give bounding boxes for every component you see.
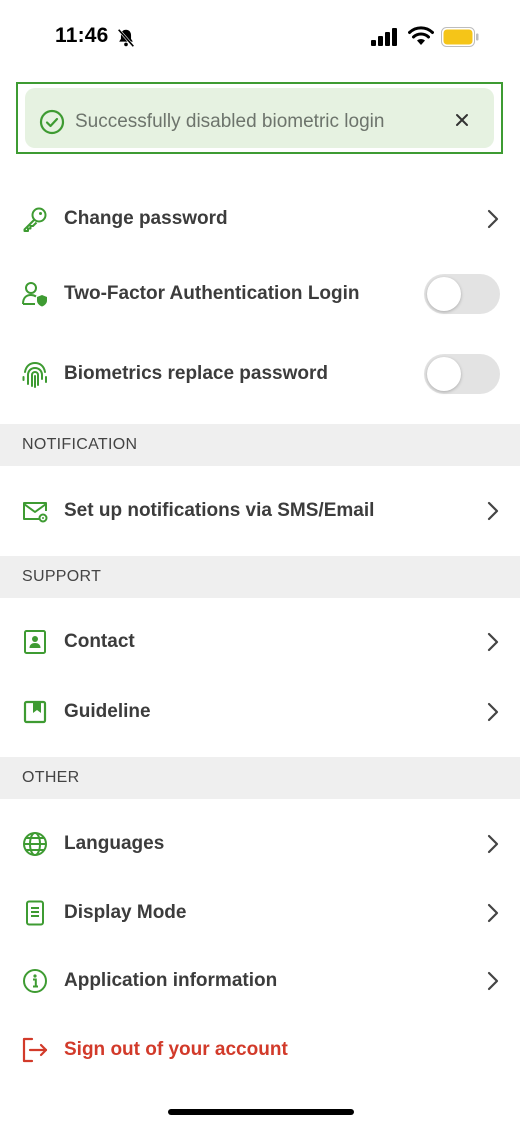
- user-shield-icon: [22, 282, 47, 307]
- logout-icon: [22, 1037, 48, 1063]
- notifications-setup-label: Set up notifications via SMS/Email: [64, 500, 375, 521]
- globe-icon: [23, 832, 47, 856]
- close-icon[interactable]: [452, 110, 472, 130]
- chevron-right-icon: [487, 834, 499, 854]
- chevron-right-icon: [487, 209, 499, 229]
- sign-out-label: Sign out of your account: [64, 1039, 288, 1060]
- info-icon: [23, 969, 47, 993]
- change-password-label: Change password: [64, 208, 228, 229]
- chevron-right-icon: [487, 903, 499, 923]
- change-password-row[interactable]: Change password: [0, 185, 520, 253]
- biometrics-toggle[interactable]: [424, 354, 500, 394]
- display-mode-label: Display Mode: [64, 902, 187, 923]
- languages-row[interactable]: Languages: [0, 810, 520, 878]
- toast-message: Successfully disabled biometric login: [75, 111, 385, 132]
- home-indicator: [168, 1109, 354, 1115]
- chevron-right-icon: [487, 501, 499, 521]
- contact-label: Contact: [64, 631, 135, 652]
- section-title: SUPPORT: [22, 568, 102, 585]
- status-bar: 11:46: [0, 0, 520, 80]
- two-factor-label: Two-Factor Authentication Login: [64, 283, 360, 304]
- cellular-signal-icon: [371, 28, 397, 46]
- phone-display-icon: [26, 900, 44, 926]
- guideline-label: Guideline: [64, 701, 151, 722]
- guideline-row[interactable]: Guideline: [0, 678, 520, 746]
- notifications-setup-row[interactable]: Set up notifications via SMS/Email: [0, 477, 520, 545]
- app-info-row[interactable]: Application information: [0, 947, 520, 1015]
- languages-label: Languages: [64, 833, 165, 854]
- sign-out-row[interactable]: Sign out of your account: [0, 1016, 520, 1084]
- contact-row[interactable]: Contact: [0, 608, 520, 676]
- bookmark-icon: [23, 700, 47, 724]
- section-header-notification: NOTIFICATION: [0, 424, 520, 466]
- mail-settings-icon: [23, 502, 48, 523]
- section-title: NOTIFICATION: [22, 436, 138, 453]
- status-time: 11:46: [55, 24, 109, 47]
- two-factor-row: Two-Factor Authentication Login: [0, 260, 520, 328]
- toast-body: Successfully disabled biometric login: [25, 88, 494, 148]
- wifi-icon: [408, 26, 434, 45]
- section-header-other: OTHER: [0, 757, 520, 799]
- biometrics-row: Biometrics replace password: [0, 340, 520, 408]
- two-factor-toggle[interactable]: [424, 274, 500, 314]
- section-header-support: SUPPORT: [0, 556, 520, 598]
- bell-muted-icon: [117, 28, 135, 48]
- key-icon: [23, 207, 47, 232]
- success-toast: Successfully disabled biometric login: [16, 82, 503, 154]
- chevron-right-icon: [487, 702, 499, 722]
- app-info-label: Application information: [64, 970, 278, 991]
- toggle-knob: [427, 277, 461, 311]
- chevron-right-icon: [487, 971, 499, 991]
- toggle-knob: [427, 357, 461, 391]
- battery-icon: [441, 27, 479, 47]
- chevron-right-icon: [487, 632, 499, 652]
- section-title: OTHER: [22, 769, 80, 786]
- check-circle-icon: [39, 109, 65, 135]
- display-mode-row[interactable]: Display Mode: [0, 879, 520, 947]
- contact-card-icon: [24, 630, 46, 654]
- biometrics-label: Biometrics replace password: [64, 363, 328, 384]
- fingerprint-icon: [22, 361, 47, 388]
